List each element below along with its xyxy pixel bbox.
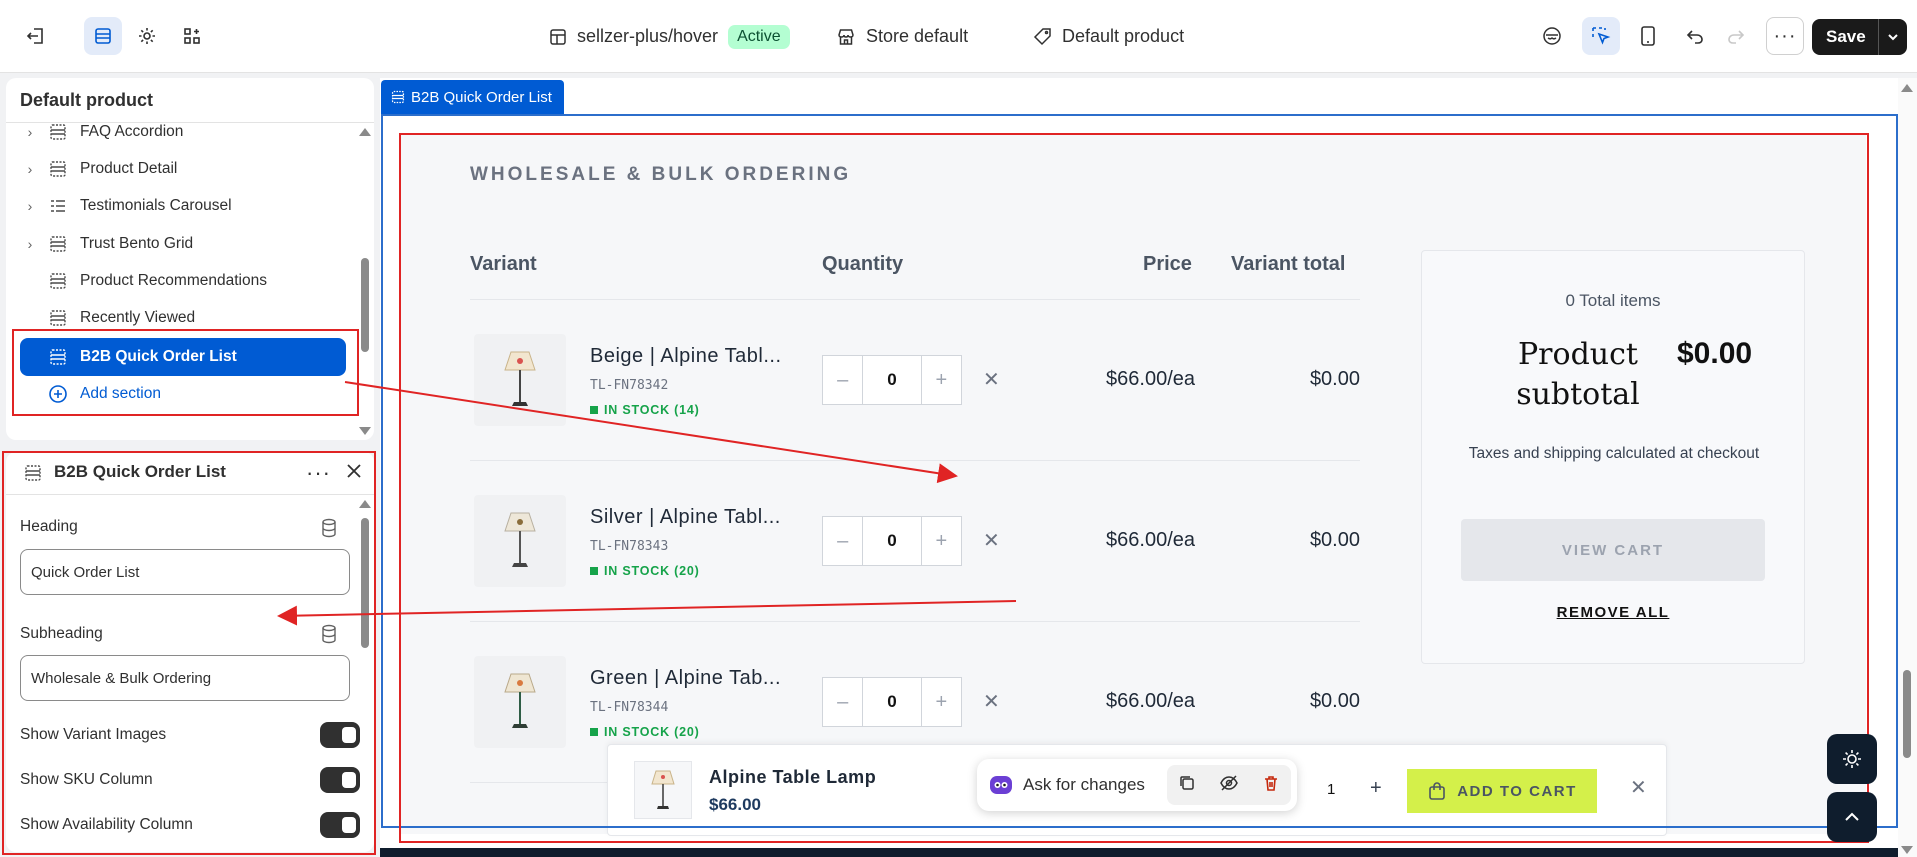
annotation-arrow: [344, 381, 958, 484]
scroll-down-icon[interactable]: [1901, 846, 1913, 854]
sun-icon: [1843, 750, 1861, 768]
footer-strip: [380, 848, 1898, 857]
theme-toggle-button[interactable]: [1827, 734, 1877, 784]
annotation-arrows: [277, 381, 1017, 626]
chevron-up-icon: [1845, 812, 1859, 821]
preview-scrollbar[interactable]: [1898, 78, 1917, 857]
scroll-up-icon[interactable]: [1901, 84, 1913, 92]
annotation-arrow: [277, 600, 1017, 626]
scrollbar-thumb[interactable]: [1903, 670, 1911, 758]
scroll-to-top-button[interactable]: [1827, 792, 1877, 842]
